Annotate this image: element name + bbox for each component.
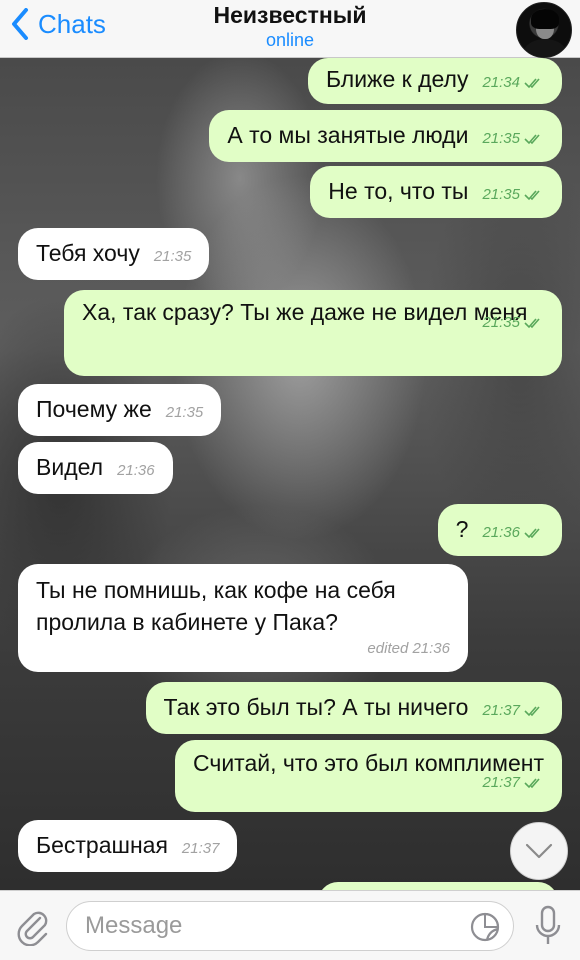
message-text: Так это был ты? А ты ничего — [163, 694, 469, 720]
avatar[interactable] — [516, 2, 572, 58]
chat-title[interactable]: Неизвестный — [0, 2, 580, 29]
double-check-icon — [524, 77, 544, 89]
message-time: 21:35 — [165, 404, 204, 421]
message-outgoing[interactable]: Так это был ты? А ты ничего 21:37 — [145, 682, 562, 734]
message-text: Ближе к делу — [325, 66, 469, 92]
scroll-down-button[interactable] — [510, 822, 568, 880]
message-text: Не то, что ты — [328, 178, 469, 204]
message-text: Почему же — [36, 396, 152, 422]
message-time: edited 21:36 — [367, 640, 450, 657]
double-check-icon — [524, 527, 544, 539]
paperclip-icon[interactable] — [16, 906, 50, 946]
double-check-icon — [524, 133, 544, 145]
message-incoming[interactable]: Ты не помнишь, как кофе на себя пролила … — [18, 564, 468, 672]
message-time: 21:36 — [117, 462, 155, 479]
chevron-down-icon — [525, 843, 553, 859]
chat-header: Chats Неизвестный online — [0, 0, 580, 58]
input-bar — [0, 890, 580, 960]
message-field[interactable] — [66, 901, 514, 951]
double-check-icon — [524, 777, 544, 789]
message-time: 21:34 — [482, 66, 544, 100]
message-time: 21:36 — [482, 516, 544, 550]
microphone-icon[interactable] — [534, 905, 562, 947]
message-outgoing[interactable]: ? 21:36 — [437, 504, 562, 556]
message-outgoing[interactable]: Ближе к делу 21:34 — [307, 58, 562, 104]
message-incoming[interactable]: Тебя хочу 21:35 — [18, 228, 210, 280]
message-incoming[interactable]: Бестрашная 21:37 — [18, 820, 238, 872]
message-outgoing[interactable]: Ха, так сразу? Ты же даже не видел меня … — [64, 290, 562, 376]
double-check-icon — [524, 317, 544, 329]
message-time: 21:37 — [181, 840, 220, 857]
message-list[interactable]: Ближе к делу 21:34 А то мы занятые люди 21… — [0, 58, 580, 890]
message-input[interactable] — [85, 902, 455, 950]
message-time: 21:35 — [482, 122, 544, 156]
message-time: 21:37 — [482, 694, 544, 728]
message-text: ? — [455, 516, 469, 542]
message-outgoing[interactable]: Не то, что ты 21:35 — [310, 166, 562, 218]
message-incoming[interactable]: Почему же 21:35 — [18, 384, 222, 436]
message-text: Видел — [36, 454, 104, 480]
message-outgoing[interactable]: А то мы занятые люди 21:35 — [209, 110, 562, 162]
message-time: 21:35 — [482, 178, 544, 212]
double-check-icon — [524, 189, 544, 201]
chat-status: online — [265, 30, 315, 50]
message-text: Ты не помнишь, как кофе на себя пролила … — [36, 577, 396, 635]
message-outgoing[interactable]: Считай, что это был комплимент 21:37 — [174, 740, 562, 812]
double-check-icon — [524, 705, 544, 717]
message-incoming[interactable]: Видел 21:36 — [18, 442, 173, 494]
message-text: А то мы занятые люди — [227, 122, 469, 148]
message-time: 21:35 — [153, 248, 192, 265]
message-text: Бестрашная — [36, 832, 168, 858]
sticker-icon[interactable] — [469, 911, 501, 943]
message-text: Ха, так сразу? Ты же даже не видел меня — [82, 299, 528, 325]
message-text: Тебя хочу — [36, 240, 140, 266]
message-outgoing-partial[interactable] — [318, 882, 558, 890]
